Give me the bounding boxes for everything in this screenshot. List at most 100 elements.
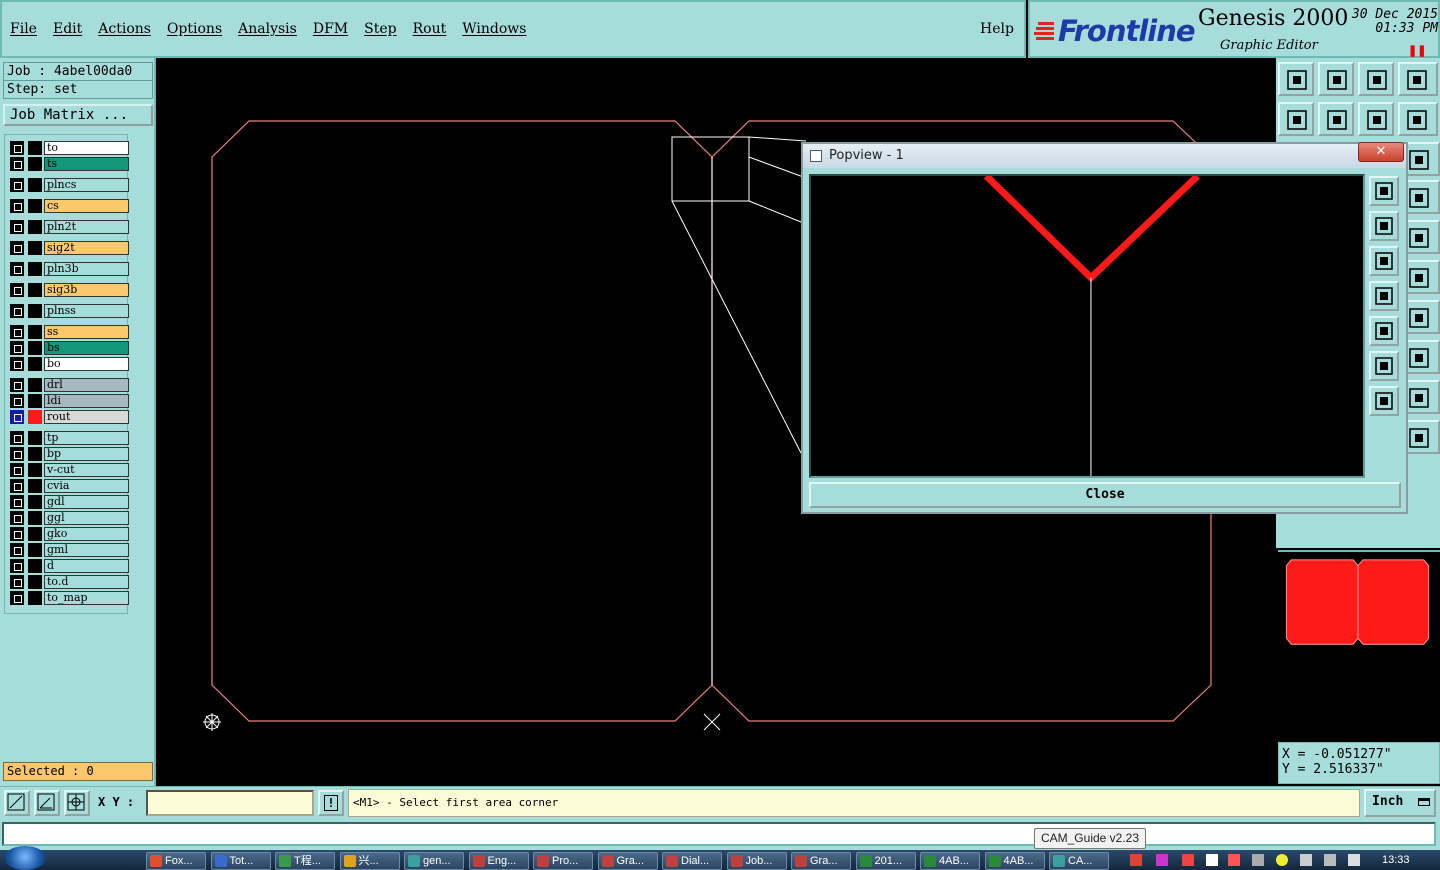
taskbar-item[interactable]: Dial... <box>662 852 722 870</box>
menu-item-rout[interactable]: Rout <box>413 21 447 37</box>
layer-checkbox[interactable] <box>10 241 24 255</box>
menu-item-options[interactable]: Options <box>167 21 222 37</box>
taskbar-item[interactable]: 201... <box>855 852 916 870</box>
layer-row[interactable]: plnss <box>9 304 129 318</box>
layer-row[interactable]: ldi <box>9 394 129 408</box>
layer-name[interactable]: to_map <box>44 591 129 605</box>
menu-item-edit[interactable]: Edit <box>53 21 82 37</box>
layer-name[interactable]: cvia <box>44 479 129 493</box>
taskbar-item[interactable]: Gra... <box>597 852 658 870</box>
layer-row[interactable]: cvia <box>9 479 129 493</box>
exclaim-button[interactable]: ! <box>318 790 344 816</box>
tray-icon-3[interactable] <box>1182 854 1194 866</box>
layer-row[interactable]: to <box>9 141 129 155</box>
layer-name[interactable]: ldi <box>44 394 129 408</box>
layer-checkbox[interactable] <box>10 575 24 589</box>
layer-row[interactable]: bs <box>9 341 129 355</box>
pop-fit-button[interactable] <box>1369 351 1399 381</box>
layer-name[interactable]: ts <box>44 157 129 171</box>
layer-color-swatch[interactable] <box>28 141 42 155</box>
taskbar-item[interactable]: Gra... <box>791 852 851 870</box>
layer-checkbox[interactable] <box>10 262 24 276</box>
layer-checkbox[interactable] <box>10 178 24 192</box>
layer-row[interactable]: pln3b <box>9 262 129 276</box>
layer-name[interactable]: ss <box>44 325 129 339</box>
layer-checkbox[interactable] <box>10 511 24 525</box>
flag-icon[interactable] <box>1300 854 1312 866</box>
layer-checkbox[interactable] <box>10 325 24 339</box>
move-down-button[interactable] <box>1318 62 1354 96</box>
tray-icon-5[interactable] <box>1228 854 1240 866</box>
pop-down-button[interactable] <box>1369 246 1399 276</box>
layer-row[interactable]: bp <box>9 447 129 461</box>
layer-row[interactable]: ggl <box>9 511 129 525</box>
layer-name[interactable]: sig2t <box>44 241 129 255</box>
layer-checkbox[interactable] <box>10 447 24 461</box>
layer-name[interactable]: tp <box>44 431 129 445</box>
layer-row[interactable]: to.d <box>9 575 129 589</box>
undo-button[interactable] <box>1358 102 1394 136</box>
layer-row[interactable]: plncs <box>9 178 129 192</box>
taskbar-item[interactable]: Eng... <box>468 852 529 870</box>
taskbar-item[interactable]: 4AB... <box>920 852 980 870</box>
layer-name[interactable]: sig3b <box>44 283 129 297</box>
layer-checkbox[interactable] <box>10 341 24 355</box>
layer-name[interactable]: drl <box>44 378 129 392</box>
taskbar-item[interactable]: Pro... <box>533 852 593 870</box>
taskbar-item[interactable]: CA... <box>1049 852 1109 870</box>
layer-row[interactable]: cs <box>9 199 129 213</box>
tray-icon-6[interactable] <box>1252 854 1264 866</box>
layer-checkbox[interactable] <box>10 559 24 573</box>
route-button[interactable] <box>1398 102 1438 136</box>
layer-color-swatch[interactable] <box>28 283 42 297</box>
layer-name[interactable]: gko <box>44 527 129 541</box>
window-button[interactable] <box>1398 62 1438 96</box>
layer-color-swatch[interactable] <box>28 543 42 557</box>
layer-row[interactable]: gml <box>9 543 129 557</box>
layer-row[interactable]: tp <box>9 431 129 445</box>
layer-row[interactable]: bo <box>9 357 129 371</box>
layer-row[interactable]: gko <box>9 527 129 541</box>
menu-item-file[interactable]: File <box>10 21 37 37</box>
tray-icon-7[interactable] <box>1276 854 1288 866</box>
layer-row[interactable]: gdl <box>9 495 129 509</box>
layer-row[interactable]: to_map <box>9 591 129 605</box>
taskbar-item[interactable]: Fox... <box>146 852 206 870</box>
layer-row[interactable]: sig3b <box>9 283 129 297</box>
overview-preview[interactable] <box>1278 550 1440 656</box>
pop-up-button[interactable] <box>1369 211 1399 241</box>
layer-checkbox[interactable] <box>10 479 24 493</box>
windows-flag-icon[interactable] <box>1206 854 1218 866</box>
layer-color-swatch[interactable] <box>28 178 42 192</box>
layer-name[interactable]: gml <box>44 543 129 557</box>
layer-row[interactable]: rout <box>9 410 129 424</box>
layer-color-swatch[interactable] <box>28 479 42 493</box>
layer-color-swatch[interactable] <box>28 341 42 355</box>
layer-color-swatch[interactable] <box>28 575 42 589</box>
volume-icon[interactable] <box>1348 854 1360 866</box>
layer-row[interactable]: pln2t <box>9 220 129 234</box>
layer-row[interactable]: d <box>9 559 129 573</box>
popview-close-button[interactable]: Close <box>809 482 1401 508</box>
taskbar-item[interactable]: 4AB... <box>984 852 1045 870</box>
layer-name[interactable]: pln2t <box>44 220 129 234</box>
measure-mode-button[interactable] <box>34 790 60 816</box>
pop-left-button[interactable] <box>1369 281 1399 311</box>
layer-checkbox[interactable] <box>10 527 24 541</box>
layer-name[interactable]: plncs <box>44 178 129 192</box>
taskbar-item[interactable]: Tot... <box>210 852 271 870</box>
layer-name[interactable]: cs <box>44 199 129 213</box>
popview-close-x-button[interactable]: ✕ <box>1358 142 1404 162</box>
home-button[interactable] <box>1358 62 1394 96</box>
layer-name[interactable]: ggl <box>44 511 129 525</box>
layer-checkbox[interactable] <box>10 378 24 392</box>
taskbar-item[interactable]: T程... <box>275 852 335 870</box>
menu-item-dfm[interactable]: DFM <box>313 21 348 37</box>
layer-checkbox[interactable] <box>10 220 24 234</box>
menu-item-step[interactable]: Step <box>364 21 396 37</box>
layer-color-swatch[interactable] <box>28 157 42 171</box>
layer-checkbox[interactable] <box>10 495 24 509</box>
pop-zoom-button[interactable] <box>1369 176 1399 206</box>
layer-color-swatch[interactable] <box>28 495 42 509</box>
layer-name[interactable]: bs <box>44 341 129 355</box>
